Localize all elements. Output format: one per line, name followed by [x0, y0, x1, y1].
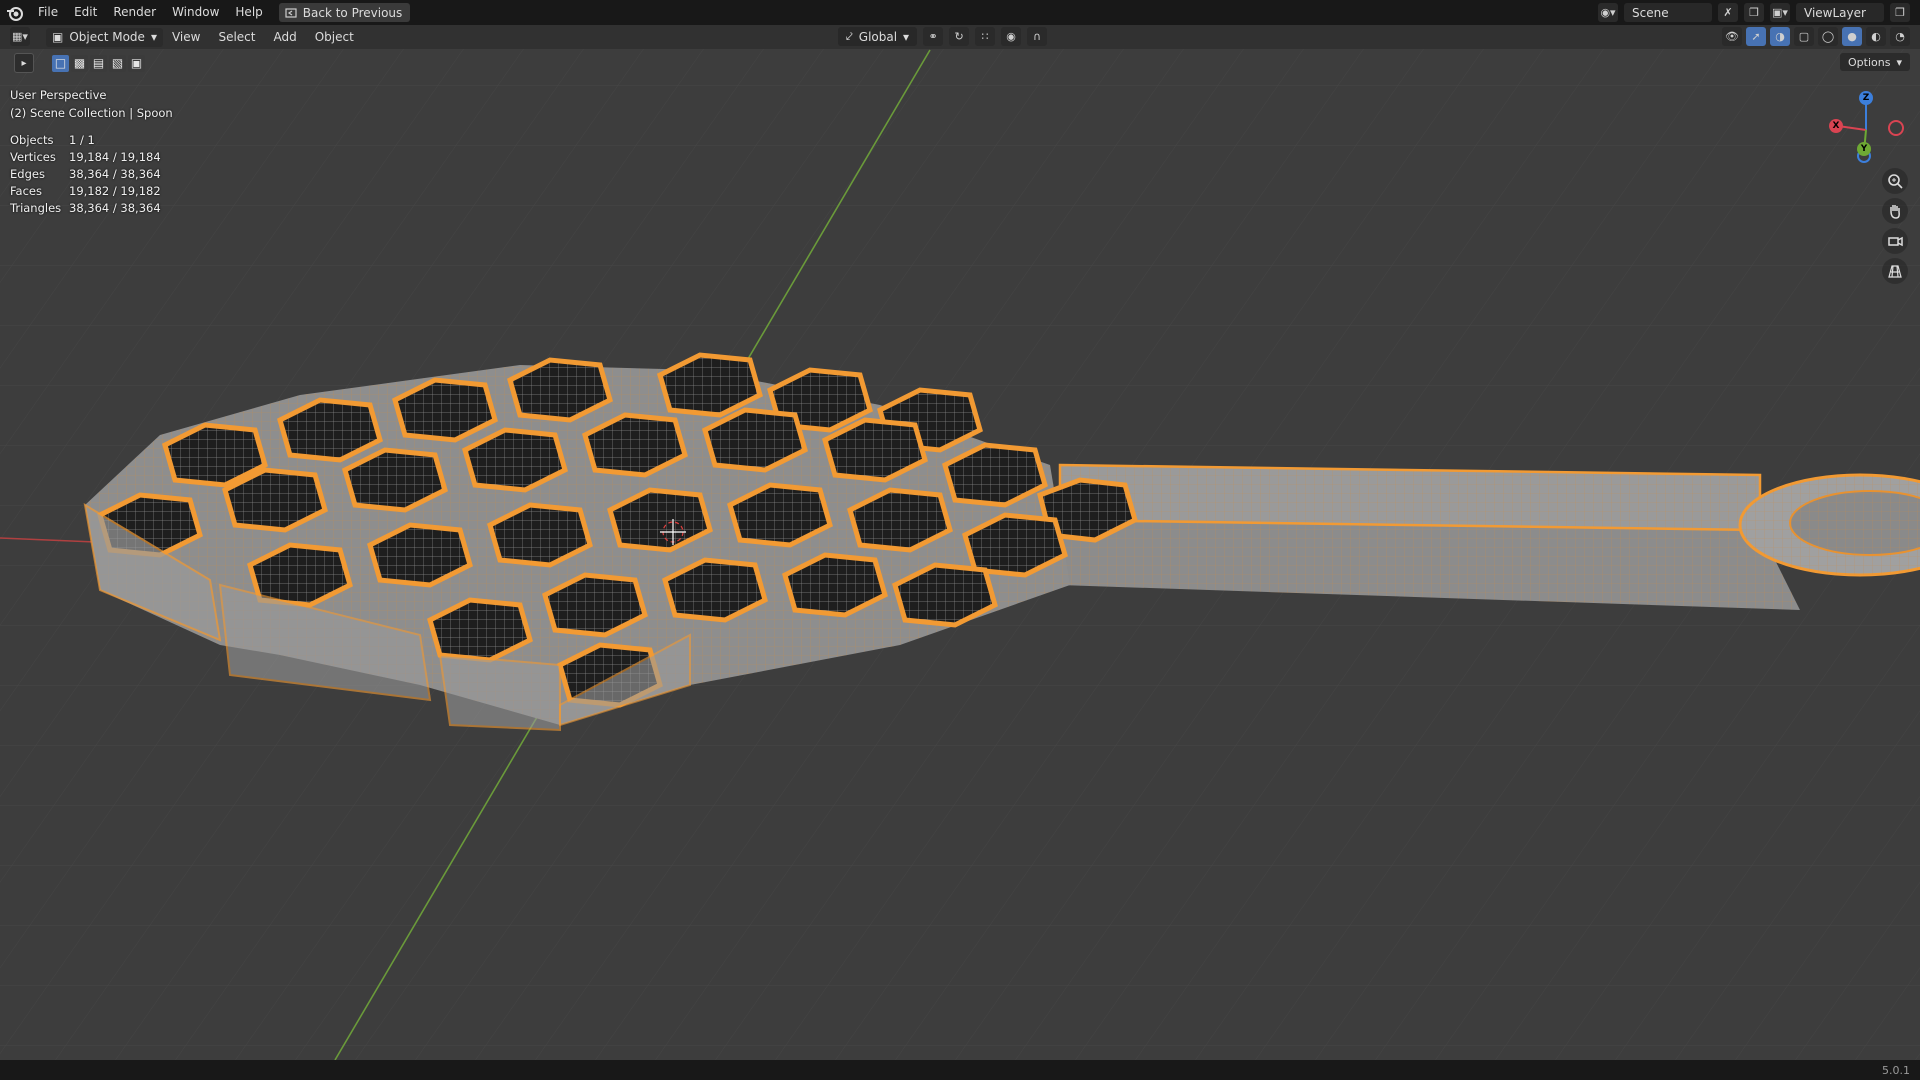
orientation-icon: ⤦ — [846, 29, 853, 43]
scene-name-field[interactable]: Scene — [1624, 3, 1712, 22]
options-label: Options — [1848, 55, 1891, 69]
rendered-shading-icon[interactable]: ◔ — [1890, 27, 1910, 46]
blender-logo-icon[interactable] — [6, 4, 24, 22]
top-menu-bar: File Edit Render Window Help Back to Pre… — [0, 0, 1920, 25]
stat-value: 38,364 / 38,364 — [69, 201, 161, 215]
stat-value: 1 / 1 — [69, 133, 95, 147]
topbar-right: ◉▾ Scene ✗ ❐ ▣▾ ViewLayer ❐ — [1598, 0, 1920, 25]
mode-label: Object Mode — [69, 30, 145, 44]
viewport-display-tools: 👁 ➚ ◑ ▢ ◯ ● ◐ ◔ — [1722, 27, 1910, 46]
z-axis-label[interactable]: Z — [1859, 91, 1873, 105]
back-to-previous-label: Back to Previous — [302, 5, 403, 20]
selection-mode-group: □ ▩ ▤ ▧ ▣ — [52, 54, 145, 72]
mode-dropdown[interactable]: ▣ Object Mode ▾ — [46, 27, 163, 47]
stat-label: Vertices — [10, 150, 56, 164]
chevron-down-icon: ▾ — [1896, 55, 1902, 69]
select-intersect-icon[interactable]: ▣ — [128, 54, 145, 72]
material-shading-icon[interactable]: ◐ — [1866, 27, 1886, 46]
select-tool-icon[interactable]: ▸ — [14, 53, 34, 73]
chevron-down-icon: ▾ — [903, 29, 910, 44]
y-axis-label[interactable]: Y — [1857, 142, 1871, 156]
viewport-scene — [0, 25, 1920, 1061]
pin-icon[interactable]: ✗ — [1718, 3, 1738, 22]
viewlayer-selector-icon[interactable]: ▣▾ — [1770, 3, 1790, 22]
scene-name: Scene — [1632, 5, 1669, 20]
stat-row: Edges 38,364 / 38,364 — [10, 166, 161, 183]
back-to-previous-button[interactable]: Back to Previous — [278, 3, 411, 22]
perspective-label: User Perspective — [10, 88, 107, 102]
menu-view[interactable]: View — [163, 30, 209, 44]
select-invert-icon[interactable]: ▧ — [109, 54, 126, 72]
ortho-grid-icon[interactable] — [1882, 258, 1908, 284]
new-viewlayer-icon[interactable]: ❐ — [1890, 3, 1910, 22]
stat-row: Triangles 38,364 / 38,364 — [10, 200, 161, 217]
back-icon — [285, 7, 297, 18]
menu-edit[interactable]: Edit — [66, 0, 105, 25]
viewport-info: User Perspective (2) Scene Collection | … — [10, 86, 173, 122]
collection-label: (2) Scene Collection | Spoon — [10, 106, 173, 120]
select-extend-icon[interactable]: ▩ — [71, 54, 88, 72]
solid-shading-icon[interactable]: ● — [1842, 27, 1862, 46]
menu-object[interactable]: Object — [306, 30, 363, 44]
tool-header-row: ▸ □ ▩ ▤ ▧ ▣ — [14, 53, 145, 73]
menu-add[interactable]: Add — [264, 30, 305, 44]
visibility-icon[interactable]: 👁 — [1722, 27, 1742, 46]
select-subtract-icon[interactable]: ▤ — [90, 54, 107, 72]
stat-value: 19,184 / 19,184 — [69, 150, 161, 164]
scene-selector-icon[interactable]: ◉▾ — [1598, 3, 1618, 22]
object-mode-icon: ▣ — [52, 30, 64, 44]
pivot-point-icon[interactable]: ⚭ — [923, 27, 944, 46]
3d-viewport[interactable] — [0, 25, 1920, 1061]
transform-orientation-dropdown[interactable]: ⤦ Global ▾ — [838, 27, 918, 46]
scene-statistics: Objects 1 / 1 Vertices 19,184 / 19,184 Edg… — [10, 132, 161, 217]
overlay-toggle-icon[interactable]: ◑ — [1770, 27, 1790, 46]
snap-icon[interactable]: ↻ — [949, 27, 970, 46]
menu-file[interactable]: File — [30, 0, 66, 25]
gizmo-toggle-icon[interactable]: ➚ — [1746, 27, 1766, 46]
menu-render[interactable]: Render — [105, 0, 164, 25]
stat-label: Triangles — [10, 201, 62, 215]
proportional-edit-icon[interactable]: ◉ — [1001, 27, 1022, 46]
stat-row: Vertices 19,184 / 19,184 — [10, 149, 161, 166]
xray-toggle-icon[interactable]: ▢ — [1794, 27, 1814, 46]
editor-type-icon[interactable]: ▦▾ — [10, 27, 30, 46]
stat-label: Faces — [10, 184, 42, 198]
stat-label: Edges — [10, 167, 45, 181]
options-dropdown[interactable]: Options ▾ — [1840, 53, 1910, 71]
view-layer-name: ViewLayer — [1804, 5, 1866, 20]
menu-window[interactable]: Window — [164, 0, 227, 25]
chevron-down-icon: ▾ — [150, 30, 157, 44]
stat-row: Objects 1 / 1 — [10, 132, 161, 149]
menu-select[interactable]: Select — [209, 30, 264, 44]
stat-label: Objects — [10, 133, 54, 147]
navigation-gizmo[interactable]: Z X Y — [1826, 90, 1906, 170]
stat-value: 38,364 / 38,364 — [69, 167, 161, 181]
stat-value: 19,182 / 19,182 — [69, 184, 161, 198]
view-layer-field[interactable]: ViewLayer — [1796, 3, 1884, 22]
wireframe-shading-icon[interactable]: ◯ — [1818, 27, 1838, 46]
select-new-icon[interactable]: □ — [52, 54, 69, 72]
viewport-header: ▦▾ ▣ Object Mode ▾ View Select Add Objec… — [0, 25, 1920, 49]
falloff-icon[interactable]: ∩ — [1027, 27, 1048, 46]
snap-increment-icon[interactable]: ∷ — [975, 27, 996, 46]
x-axis-label[interactable]: X — [1829, 119, 1843, 133]
new-scene-icon[interactable]: ❐ — [1744, 3, 1764, 22]
orientation-label: Global — [858, 29, 898, 44]
status-bar: 5.0.1 — [0, 1060, 1920, 1080]
version-label: 5.0.1 — [1882, 1064, 1910, 1077]
camera-view-icon[interactable] — [1882, 228, 1908, 254]
zoom-icon[interactable] — [1882, 168, 1908, 194]
transform-tools: ⤦ Global ▾ ⚭ ↻ ∷ ◉ ∩ — [838, 27, 1048, 46]
pan-hand-icon[interactable] — [1882, 198, 1908, 224]
stat-row: Faces 19,182 / 19,182 — [10, 183, 161, 200]
menu-help[interactable]: Help — [227, 0, 270, 25]
